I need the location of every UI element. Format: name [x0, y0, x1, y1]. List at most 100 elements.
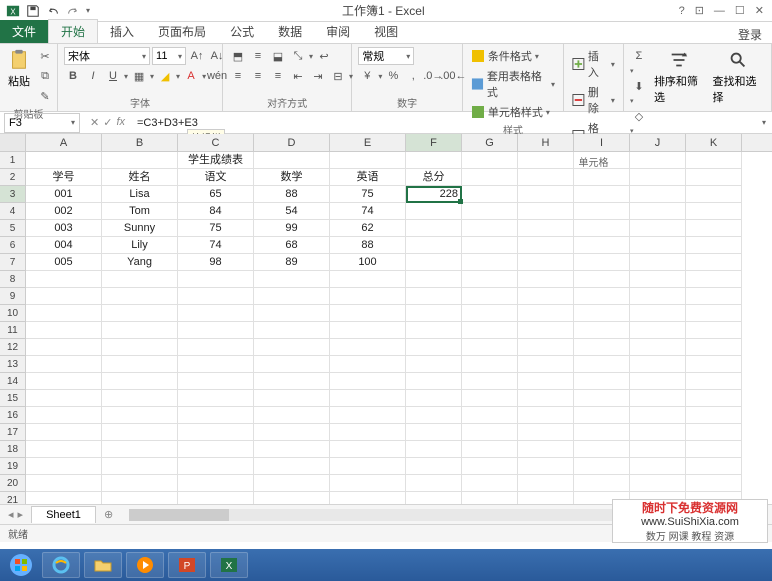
cell[interactable] [406, 424, 462, 441]
tab-view[interactable]: 视图 [362, 20, 410, 43]
cell[interactable] [686, 220, 742, 237]
cell[interactable] [686, 305, 742, 322]
cell[interactable]: 100 [330, 254, 406, 271]
cell[interactable]: 228 [406, 186, 462, 203]
tab-data[interactable]: 数据 [266, 20, 314, 43]
cell[interactable] [518, 220, 574, 237]
row-header[interactable]: 4 [0, 203, 26, 220]
cell[interactable] [462, 169, 518, 186]
cell[interactable] [686, 407, 742, 424]
orientation-icon[interactable]: ⤡ [289, 47, 307, 65]
font-size-combo[interactable]: 11▾ [152, 47, 186, 65]
cell[interactable]: 75 [178, 220, 254, 237]
taskbar-powerpoint-icon[interactable]: P [168, 552, 206, 578]
cell[interactable] [330, 492, 406, 504]
cell[interactable] [462, 492, 518, 504]
cell[interactable] [518, 492, 574, 504]
cell[interactable] [26, 271, 102, 288]
cell[interactable] [574, 356, 630, 373]
cell[interactable] [254, 492, 330, 504]
row-header[interactable]: 16 [0, 407, 26, 424]
cell[interactable] [630, 424, 686, 441]
cell[interactable] [518, 254, 574, 271]
cell[interactable] [26, 288, 102, 305]
cell[interactable]: 99 [254, 220, 330, 237]
align-top-icon[interactable]: ⬒ [229, 47, 247, 65]
cell[interactable] [26, 373, 102, 390]
cell[interactable] [518, 186, 574, 203]
cell[interactable] [462, 203, 518, 220]
cell[interactable]: Lily [102, 237, 178, 254]
cell[interactable]: 68 [254, 237, 330, 254]
cell[interactable]: 54 [254, 203, 330, 220]
align-right-icon[interactable]: ≡ [269, 67, 287, 85]
qat-customize-icon[interactable]: ▾ [86, 6, 90, 15]
expand-formula-icon[interactable]: ▾ [756, 118, 772, 127]
column-header[interactable]: A [26, 134, 102, 151]
border-icon[interactable]: ▦ [130, 67, 148, 85]
add-sheet-icon[interactable]: ⊕ [96, 508, 121, 521]
cell[interactable]: 88 [330, 237, 406, 254]
cell[interactable] [102, 424, 178, 441]
cell[interactable] [102, 322, 178, 339]
column-header[interactable]: J [630, 134, 686, 151]
formula-input[interactable]: =C3+D3+E3 编辑栏 [131, 117, 756, 129]
cell[interactable] [574, 424, 630, 441]
cell[interactable] [574, 186, 630, 203]
cell[interactable] [178, 407, 254, 424]
paste-button[interactable]: 粘贴 [6, 47, 32, 91]
cell[interactable]: 001 [26, 186, 102, 203]
row-header[interactable]: 13 [0, 356, 26, 373]
cell[interactable] [254, 441, 330, 458]
cell[interactable] [462, 152, 518, 169]
start-button[interactable] [4, 551, 38, 579]
cell[interactable] [686, 169, 742, 186]
font-color-icon[interactable]: A [182, 67, 200, 85]
align-left-icon[interactable]: ≡ [229, 67, 247, 85]
taskbar-excel-icon[interactable]: X [210, 552, 248, 578]
cell[interactable] [330, 458, 406, 475]
cell[interactable] [630, 169, 686, 186]
cell[interactable] [102, 373, 178, 390]
cell[interactable] [518, 271, 574, 288]
cell[interactable] [686, 152, 742, 169]
cell[interactable]: 002 [26, 203, 102, 220]
cell[interactable] [574, 203, 630, 220]
cell[interactable] [462, 407, 518, 424]
cell[interactable] [406, 356, 462, 373]
cell[interactable]: 姓名 [102, 169, 178, 186]
cell[interactable] [330, 390, 406, 407]
cell[interactable] [462, 220, 518, 237]
cell[interactable] [574, 373, 630, 390]
cell[interactable] [630, 220, 686, 237]
fx-icon[interactable]: fx [116, 116, 125, 129]
cell[interactable] [102, 339, 178, 356]
cell[interactable] [686, 271, 742, 288]
cell[interactable] [518, 203, 574, 220]
row-header[interactable]: 11 [0, 322, 26, 339]
cell[interactable] [462, 441, 518, 458]
cell[interactable] [518, 152, 574, 169]
align-center-icon[interactable]: ≡ [249, 67, 267, 85]
cell[interactable] [330, 322, 406, 339]
cell[interactable] [330, 424, 406, 441]
cell[interactable] [574, 169, 630, 186]
cell[interactable] [178, 356, 254, 373]
cell[interactable] [574, 220, 630, 237]
tab-insert[interactable]: 插入 [98, 20, 146, 43]
cell[interactable] [102, 305, 178, 322]
name-box[interactable]: F3▾ [4, 113, 80, 133]
cell[interactable] [574, 288, 630, 305]
cell[interactable]: 003 [26, 220, 102, 237]
cell[interactable] [178, 305, 254, 322]
cell[interactable] [630, 288, 686, 305]
cell[interactable] [102, 152, 178, 169]
cell[interactable]: 89 [254, 254, 330, 271]
cell[interactable] [178, 441, 254, 458]
cell[interactable] [462, 254, 518, 271]
cell[interactable] [26, 492, 102, 504]
cell[interactable]: 62 [330, 220, 406, 237]
cell[interactable] [686, 424, 742, 441]
cell[interactable] [254, 475, 330, 492]
cell[interactable] [574, 339, 630, 356]
